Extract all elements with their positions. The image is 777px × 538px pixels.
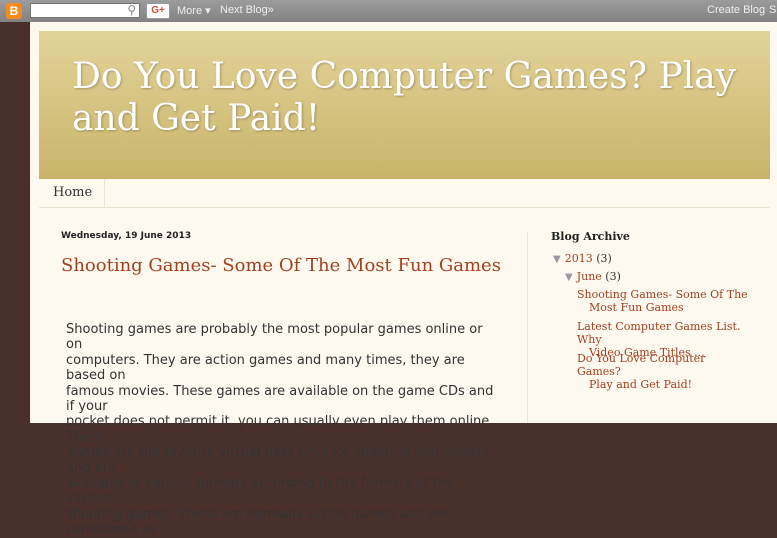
archive-year-link[interactable]: 2013 [565,252,593,265]
page-background-strip [0,22,30,423]
collapse-toggle-icon[interactable]: ▼ [565,272,573,283]
blog-header: Do You Love Computer Games? Play and Get… [39,31,770,179]
archive-post-link[interactable]: Do You Love Computer Games? Play and Get… [577,352,752,391]
post-date: Wednesday, 19 June 2013 [61,231,192,241]
archive-post-line: Shooting Games- Some Of The [577,288,748,301]
post-body-line: famous movies. These games are available… [66,383,494,415]
search-icon[interactable]: ⚲ [127,3,136,17]
archive-post-line: Most Fun Games [589,301,684,314]
archive-post-line: Play and Get Paid! [589,378,693,391]
archive-post-line: Do You Love Computer Games? [577,352,706,378]
archive-post-link[interactable]: Shooting Games- Some Of The Most Fun Gam… [577,288,752,314]
archive-month-item: ▼ June (3) [565,270,621,283]
sign-in-link[interactable]: S [769,4,776,16]
post-body-line: pocket does not permit it, you can usual… [66,414,494,445]
blog-content: Do You Love Computer Games? Play and Get… [30,22,777,537]
page-tabs: Home [39,179,770,208]
archive-post-line: Latest Computer Games List. Why [577,320,741,346]
blogger-logo-icon[interactable]: B [6,3,22,19]
post-body-line: Shooting games are probably the most pop… [66,322,483,353]
search-input[interactable]: ⚲ [30,3,140,18]
blogger-navbar: B ⚲ G+ More ▾ Next Blog» Create Blog S [0,0,777,22]
create-blog-link[interactable]: Create Blog [707,4,765,16]
google-plus-button[interactable]: G+ [146,3,170,19]
archive-month-count: (3) [605,270,621,283]
archive-month-link[interactable]: June [577,270,602,283]
archive-year-count: (3) [596,252,612,265]
column-divider [527,232,528,423]
blog-title[interactable]: Do You Love Computer Games? Play and Get… [72,56,772,140]
post-body-line: shooting games. These are normally actio… [66,506,449,538]
post-body: Shooting games are probably the most pop… [66,322,496,538]
post-title[interactable]: Shooting Games- Some Of The Most Fun Gam… [61,255,501,276]
more-menu-button[interactable]: More ▾ [177,4,211,17]
post-body-line: games are the favorite virtual pass time… [66,445,489,476]
tab-home[interactable]: Home [41,179,106,207]
post-body-line: computers. They are action games and man… [66,352,465,384]
blog-archive-heading: Blog Archive [551,230,630,243]
collapse-toggle-icon[interactable]: ▼ [553,254,561,265]
next-blog-link[interactable]: Next Blog» [220,4,274,16]
post-body-line: available in various formats according t… [66,476,454,507]
archive-year-item: ▼ 2013 (3) [553,252,612,265]
